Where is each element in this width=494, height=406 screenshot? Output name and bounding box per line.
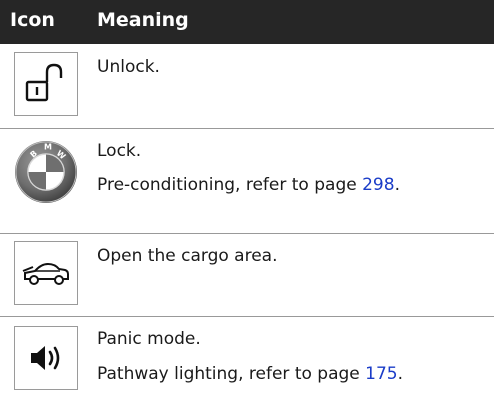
page-link-175[interactable]: 175 <box>365 364 397 384</box>
table-row: Panic mode. Pathway lighting, refer to p… <box>0 316 494 406</box>
meaning-text-with-link: Pre-conditioning, refer to page 298. <box>97 175 400 195</box>
header-icon-label: Icon <box>10 9 55 31</box>
table-row: Open the cargo area. <box>0 233 494 316</box>
speaker-sound-icon <box>14 326 78 390</box>
meaning-text: Unlock. <box>97 57 160 77</box>
meaning-text: Panic mode. <box>97 329 201 349</box>
table-row: Unlock. <box>0 44 494 128</box>
row-divider <box>0 128 494 129</box>
meaning-text-with-link: Pathway lighting, refer to page 175. <box>97 364 404 384</box>
table-row: B M W Lock. Pre-conditioning, refer to p… <box>0 128 494 233</box>
row-divider <box>0 233 494 234</box>
row-divider <box>0 316 494 317</box>
table-header: Icon Meaning <box>0 0 494 44</box>
page-link-298[interactable]: 298 <box>362 175 394 195</box>
car-trunk-icon <box>14 241 78 305</box>
meaning-text: Open the cargo area. <box>97 246 278 266</box>
header-meaning-label: Meaning <box>97 9 189 31</box>
svg-text:M: M <box>44 143 52 152</box>
unlock-padlock-icon <box>14 52 78 116</box>
meaning-text: Lock. <box>97 141 142 161</box>
bmw-logo-icon: B M W <box>14 140 78 204</box>
